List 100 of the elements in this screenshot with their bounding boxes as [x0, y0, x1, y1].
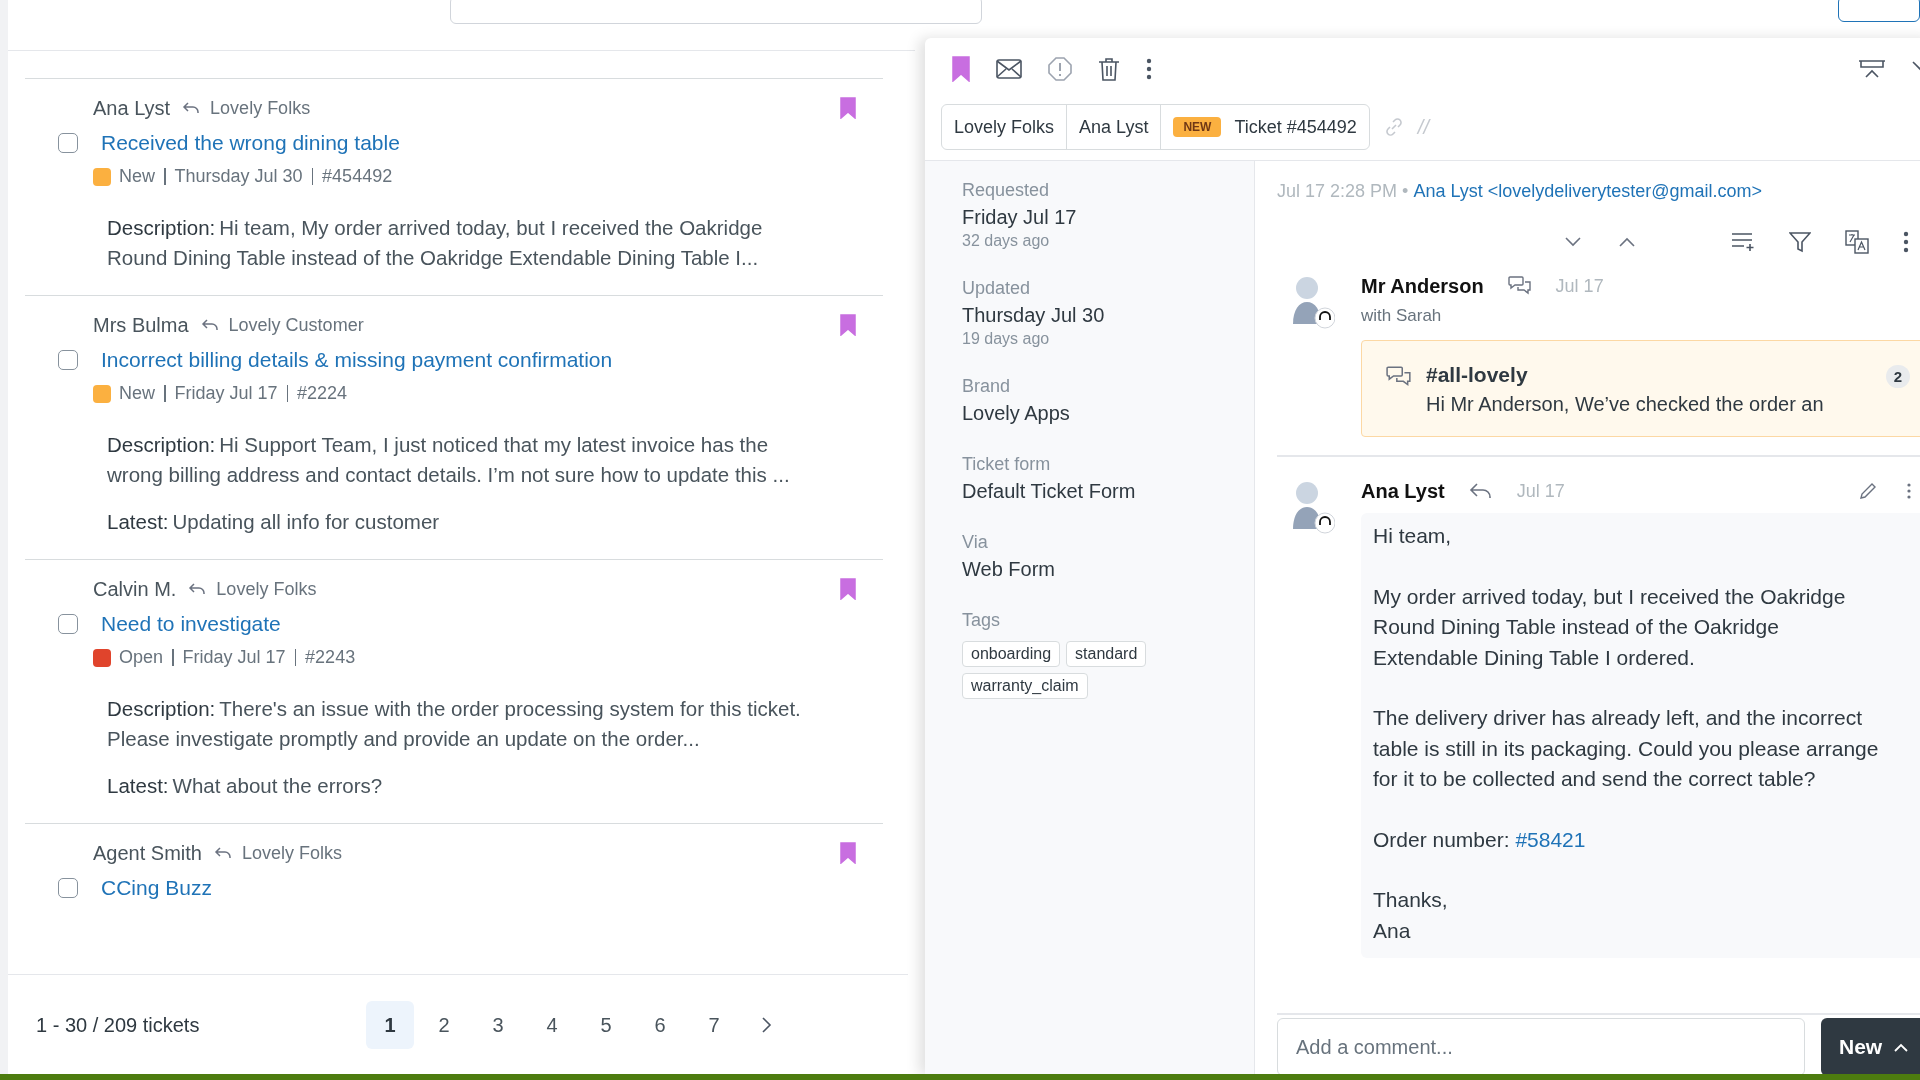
more-options-icon[interactable]: [1907, 483, 1911, 499]
field-value: Friday Jul 17: [962, 205, 1078, 230]
list-sparkle-icon[interactable]: [1731, 232, 1755, 252]
ticket-title-link[interactable]: Received the wrong dining table: [101, 131, 400, 155]
reply-arrow-icon: [182, 100, 201, 116]
separator-text: //: [1417, 115, 1429, 139]
caret-icon: [1894, 1042, 1909, 1052]
field-label: Requested: [962, 179, 1051, 202]
bookmark-icon[interactable]: [840, 842, 856, 864]
more-options-icon[interactable]: [1146, 58, 1152, 80]
author-name: Ana Lyst: [1361, 479, 1445, 503]
chevron-down-icon[interactable]: [1565, 237, 1581, 247]
bookmark-icon[interactable]: [840, 578, 856, 600]
reply-arrow-icon: [200, 317, 219, 333]
ticket-number: #2224: [297, 383, 348, 404]
message-date: Jul 17: [1555, 275, 1604, 297]
requester-name: Ana Lyst: [93, 96, 171, 120]
channel-name: #all-lovely: [1426, 363, 1529, 387]
organization-name: Lovely Customer: [228, 314, 364, 336]
status-badge: NEW: [1173, 117, 1222, 137]
pencil-icon[interactable]: [1859, 482, 1877, 500]
bookmark-icon[interactable]: [952, 56, 970, 82]
requester-name: Agent Smith: [93, 841, 202, 865]
latest-text: Latest: What about the errors?: [107, 773, 384, 799]
checkbox[interactable]: [58, 878, 78, 898]
ticket-label: Ticket #454492: [1234, 116, 1357, 138]
message-time: Jul 17 2:28 PM •: [1277, 181, 1409, 201]
organization-name: Lovely Folks: [210, 97, 311, 119]
ticket-number: #2243: [305, 647, 356, 668]
ticket-date: Friday Jul 17: [174, 383, 278, 404]
description-text: Description: Hi Support Team, I just noticed that my latest invoice has the wrong billing address and contact details. I’m not sure how to update this ...: [107, 432, 791, 488]
author-name: Mr Anderson: [1361, 274, 1484, 298]
page-button[interactable]: 1: [366, 1001, 414, 1049]
message-paragraph: My order arrived today, but I received the Oakridge Round Dining Table instead of the Oakridge Extendable Dining Table I ordered.: [1373, 583, 1847, 671]
ticket-title-link[interactable]: CCing Buzz: [101, 876, 212, 900]
collapse-panel-icon[interactable]: [1858, 59, 1886, 79]
page-button[interactable]: 3: [474, 1001, 522, 1049]
breadcrumb-link[interactable]: Ana Lyst: [1067, 105, 1162, 149]
side-conversation-card[interactable]: #all-lovely Hi Mr Anderson, We’ve checked the order an 2: [1361, 340, 1920, 437]
page-button[interactable]: 2: [420, 1001, 468, 1049]
organization-name: Lovely Folks: [241, 842, 342, 864]
message-paragraph: The delivery driver has already left, and the incorrect table is still in its packaging. Could you please arrange for it to be collected and send the correct table?: [1373, 705, 1880, 792]
sender-link[interactable]: Ana Lyst <lovelydeliverytester@gmail.com>: [1413, 181, 1763, 201]
envelope-icon[interactable]: [996, 59, 1022, 79]
ticket-count: 1 - 30 / 209 tickets: [36, 1013, 201, 1037]
requester-name: Calvin M.: [93, 577, 177, 601]
status-label: Open: [119, 647, 164, 668]
breadcrumb-link[interactable]: Lovely Folks: [942, 105, 1068, 149]
requester-name: Mrs Bulma: [93, 313, 189, 337]
message-paragraph: Thanks, Ana: [1373, 887, 1449, 944]
submit-button[interactable]: New: [1821, 1018, 1920, 1076]
field-value: Web Form: [962, 557, 1056, 582]
ticket-title-link[interactable]: Incorrect billing details & missing payment confirmation: [101, 348, 613, 372]
relative-time: 32 days ago: [962, 231, 1051, 251]
next-page-icon[interactable]: [760, 1016, 772, 1034]
page-button[interactable]: 4: [528, 1001, 576, 1049]
tag[interactable]: onboarding: [962, 641, 1061, 667]
ticket-breadcrumb[interactable]: NEW Ticket #454492: [1161, 105, 1369, 149]
tag[interactable]: standard: [1066, 641, 1147, 667]
field-label: Via: [962, 531, 989, 554]
organization-name: Lovely Folks: [216, 578, 317, 600]
status-label: New: [119, 383, 155, 404]
reply-arrow-icon: [1468, 481, 1493, 501]
tag[interactable]: warranty_claim: [962, 673, 1088, 699]
reply-count: 2: [1885, 365, 1910, 388]
more-options-icon[interactable]: [1903, 231, 1909, 253]
reply-arrow-icon: [213, 845, 232, 861]
field-label: Updated: [962, 277, 1032, 300]
bookmark-icon[interactable]: [840, 314, 856, 336]
checkbox[interactable]: [58, 350, 78, 370]
field-label: Ticket form: [962, 453, 1052, 476]
description-text: Description: Hi team, My order arrived today, but I received the Oakridge Round Dining Table instead of the Oakridge Extendable Dining Table I...: [107, 215, 764, 271]
translate-icon[interactable]: [1845, 230, 1869, 254]
ticket-date: Thursday Jul 30: [174, 166, 303, 187]
field-value: Thursday Jul 30: [962, 303, 1106, 328]
ticket-number: #454492: [322, 166, 393, 187]
description-text: Description: There's an issue with the order processing system for this ticket. Please investigate promptly and provide an update on the order...: [107, 696, 802, 752]
checkbox[interactable]: [58, 614, 78, 634]
checkbox[interactable]: [58, 133, 78, 153]
latest-text: Latest: Updating all info for customer: [107, 509, 441, 535]
field-label: Tags: [962, 609, 1002, 632]
trash-icon[interactable]: [1098, 57, 1120, 81]
ticket-title-link[interactable]: Need to investigate: [101, 612, 281, 636]
filter-icon[interactable]: [1789, 231, 1811, 253]
field-value: Lovely Apps: [962, 401, 1071, 426]
page-button[interactable]: 5: [582, 1001, 630, 1049]
chat-bubbles-icon: [1507, 275, 1532, 297]
relative-time: 19 days ago: [962, 329, 1051, 349]
chevron-up-icon[interactable]: [1619, 237, 1635, 247]
field-label: Brand: [962, 375, 1012, 398]
comment-input[interactable]: Add a comment...: [1277, 1018, 1805, 1076]
ticket-date: Friday Jul 17: [182, 647, 286, 668]
top-right-button[interactable]: [1838, 0, 1920, 22]
status-label: New: [119, 166, 155, 187]
message-paragraph: Hi team,: [1373, 523, 1453, 549]
page-button[interactable]: 7: [690, 1001, 738, 1049]
order-link[interactable]: #58421: [1515, 827, 1586, 851]
bookmark-icon[interactable]: [840, 97, 856, 119]
page-button[interactable]: 6: [636, 1001, 684, 1049]
warning-icon[interactable]: [1048, 57, 1072, 81]
